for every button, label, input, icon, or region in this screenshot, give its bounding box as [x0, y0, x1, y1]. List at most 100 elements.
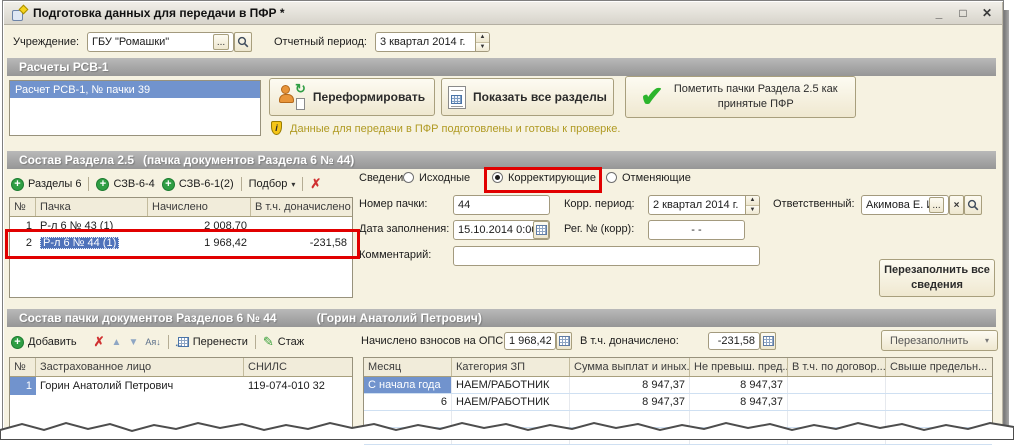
- column-header[interactable]: №: [10, 198, 36, 216]
- radio-ishodnye[interactable]: [403, 172, 414, 183]
- cell[interactable]: 1: [10, 377, 36, 395]
- cell[interactable]: [251, 217, 351, 234]
- close-button[interactable]: ✕: [980, 6, 994, 20]
- table-row-selected[interactable]: С начала года НАЕМ/РАБОТНИК 8 947,37 8 9…: [364, 377, 992, 394]
- institution-field[interactable]: ГБУ "Ромашки" ...: [87, 32, 234, 52]
- cell[interactable]: 8 947,37: [690, 377, 788, 393]
- cell[interactable]: 2: [10, 234, 36, 251]
- radio-otmenyayushchie[interactable]: [606, 172, 617, 183]
- cell[interactable]: 1 968,42: [148, 234, 251, 251]
- comment-field[interactable]: [453, 246, 760, 266]
- table-row-selected[interactable]: 2 Р-л 6 № 44 (1) 1 968,42 -231,58: [10, 234, 352, 251]
- reg-no-field[interactable]: - -: [648, 220, 745, 240]
- ready-info-text: Данные для передачи в ПФР подготовлены и…: [290, 123, 620, 135]
- rsv-list-item[interactable]: Расчет РСВ-1, № пачки 39: [10, 81, 260, 98]
- cell[interactable]: 8 947,37: [570, 377, 690, 393]
- column-header[interactable]: Начислено: [148, 198, 251, 216]
- responsible-field[interactable]: Акимова Е. И ...: [861, 195, 949, 215]
- responsible-search-button[interactable]: [964, 195, 982, 215]
- ops-field[interactable]: 1 968,42: [504, 332, 556, 350]
- move-down-button[interactable]: ▼: [128, 337, 138, 348]
- batch-no-field[interactable]: 44: [453, 195, 550, 215]
- calendar-icon: [536, 225, 547, 235]
- cell[interactable]: 8 947,37: [570, 394, 690, 410]
- delete-person-button[interactable]: ✗: [94, 334, 105, 350]
- column-header[interactable]: Застрахованное лицо: [36, 358, 244, 376]
- stazh-button[interactable]: ✎ Стаж: [263, 334, 304, 350]
- refill-dropdown-button[interactable]: Перезаполнить ▾: [881, 330, 998, 351]
- radio-ishodnye-label[interactable]: Исходные: [419, 172, 470, 184]
- radio-otmenyayushchie-label[interactable]: Отменяющие: [622, 172, 691, 184]
- spinner-down-icon[interactable]: ▼: [746, 205, 759, 216]
- extra-calc-button[interactable]: [760, 332, 776, 350]
- maximize-button[interactable]: □: [956, 6, 970, 20]
- cell[interactable]: [886, 377, 990, 393]
- info-icon: i: [271, 121, 282, 135]
- column-header[interactable]: Не превыш. пред...: [690, 358, 788, 376]
- cell[interactable]: [788, 377, 886, 393]
- radio-korrektiruyushchie-label[interactable]: Корректирующие: [508, 172, 596, 184]
- cell[interactable]: 1: [10, 217, 36, 234]
- section6-toolbar: + Добавить ✗ ▲ ▼ Ая↓ ← Перенести ✎ Стаж: [11, 332, 304, 352]
- refill-all-button[interactable]: Перезаполнить все сведения: [879, 259, 995, 297]
- cell[interactable]: НАЕМ/РАБОТНИК: [452, 377, 570, 393]
- cell[interactable]: НАЕМ/РАБОТНИК: [452, 394, 570, 410]
- spinner-up-icon[interactable]: ▲: [476, 32, 489, 42]
- cell[interactable]: -231,58: [251, 234, 351, 251]
- column-header[interactable]: СНИЛС: [244, 358, 352, 376]
- fill-date-field[interactable]: 15.10.2014 0:00: [453, 220, 550, 240]
- column-header[interactable]: В т.ч. по договор...: [788, 358, 886, 376]
- responsible-picker-button[interactable]: ...: [929, 197, 944, 213]
- table-row[interactable]: 1 Р-л 6 № 43 (1) 2 008,70: [10, 217, 352, 234]
- calendar-button[interactable]: [533, 221, 549, 239]
- column-header[interactable]: Месяц: [364, 358, 452, 376]
- cell[interactable]: 8 947,37: [690, 394, 788, 410]
- column-header[interactable]: №: [10, 358, 36, 376]
- radio-korrektiruyushchie[interactable]: [492, 172, 503, 183]
- rsv-list[interactable]: Расчет РСВ-1, № пачки 39: [9, 80, 261, 136]
- responsible-clear-button[interactable]: ×: [949, 195, 964, 215]
- period-spinner[interactable]: ▲ ▼: [475, 32, 489, 52]
- delete-batch-button[interactable]: ✗: [310, 176, 321, 192]
- cell[interactable]: Р-л 6 № 43 (1): [36, 217, 148, 234]
- move-up-button[interactable]: ▲: [112, 337, 122, 348]
- cell[interactable]: С начала года: [364, 377, 452, 393]
- podbor-button[interactable]: Подбор ▾: [249, 178, 296, 190]
- window-shadow: [1004, 10, 1009, 426]
- cell[interactable]: 6: [364, 394, 452, 410]
- column-header[interactable]: Сумма выплат и иных...: [570, 358, 690, 376]
- table-row-selected[interactable]: 1 Горин Анатолий Петрович 119-074-010 32: [10, 377, 352, 395]
- cell[interactable]: [788, 394, 886, 410]
- add-sections6-button[interactable]: + Разделы 6: [11, 178, 81, 191]
- cell[interactable]: Р-л 6 № 44 (1): [36, 234, 148, 251]
- section25-toolbar: + Разделы 6 + СЗВ-6-4 + СЗВ-6-1(2) Подбо…: [11, 174, 321, 194]
- corr-period-spinner[interactable]: ▲ ▼: [745, 195, 759, 215]
- add-szv64-button[interactable]: + СЗВ-6-4: [96, 178, 154, 191]
- show-all-sections-button[interactable]: Показать все разделы: [441, 78, 614, 116]
- cell[interactable]: Горин Анатолий Петрович: [36, 377, 244, 395]
- ops-calc-button[interactable]: [556, 332, 572, 350]
- spinner-up-icon[interactable]: ▲: [746, 195, 759, 205]
- institution-picker-button[interactable]: ...: [213, 34, 229, 50]
- cell[interactable]: [886, 394, 990, 410]
- spinner-down-icon[interactable]: ▼: [476, 42, 489, 53]
- mark-accepted-button[interactable]: ✔ Пометить пачки Раздела 2.5 как приняты…: [625, 76, 856, 118]
- corr-period-field[interactable]: 2 квартал 2014 г. ▲ ▼: [648, 195, 760, 215]
- column-header[interactable]: Свыше предельн...: [886, 358, 990, 376]
- column-header[interactable]: Категория ЗП: [452, 358, 570, 376]
- sort-icon[interactable]: Ая↓: [145, 337, 160, 347]
- column-header[interactable]: В т.ч. доначислено: [251, 198, 351, 216]
- column-header[interactable]: Пачка: [36, 198, 148, 216]
- cell[interactable]: 119-074-010 32: [244, 377, 352, 395]
- extra-field[interactable]: -231,58: [708, 332, 760, 350]
- institution-search-button[interactable]: [234, 32, 252, 52]
- reform-button[interactable]: ↻ Переформировать: [269, 78, 435, 116]
- transfer-button[interactable]: ← Перенести: [176, 336, 248, 348]
- period-field[interactable]: 3 квартал 2014 г. ▲ ▼: [375, 32, 490, 52]
- minimize-button[interactable]: _: [932, 6, 946, 20]
- app-window: Подготовка данных для передачи в ПФР * _…: [2, 0, 1004, 434]
- add-person-button[interactable]: + Добавить: [11, 336, 77, 349]
- add-szv612-button[interactable]: + СЗВ-6-1(2): [162, 178, 234, 191]
- table-row[interactable]: 6 НАЕМ/РАБОТНИК 8 947,37 8 947,37: [364, 394, 992, 411]
- cell[interactable]: 2 008,70: [148, 217, 251, 234]
